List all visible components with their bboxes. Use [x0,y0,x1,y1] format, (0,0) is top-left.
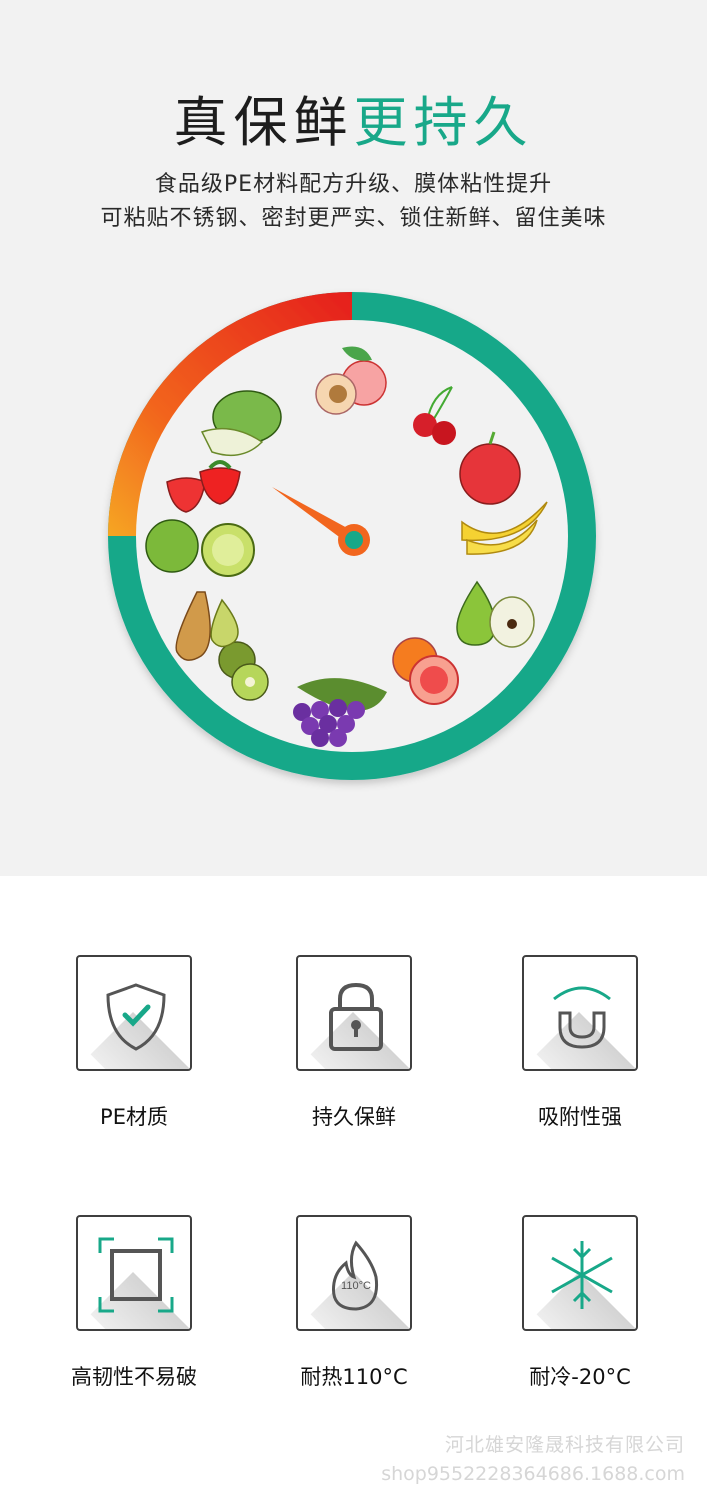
feature-label: PE材质 [100,1105,168,1129]
feature-icon-box [296,955,412,1071]
feature-label: 高韧性不易破 [71,1365,197,1389]
subtitle-line-1: 食品级PE材料配方升级、膜体粘性提升 [154,172,553,197]
feature-icon-box: 110°C [296,1215,412,1331]
flame-icon: 110°C [331,1240,379,1311]
title-part-1: 真保鲜 [173,91,354,154]
features-section: PE材质 持久保鲜 吸附性强高韧性不易破 110°C 耐热110°C 耐冷-20°C [0,876,707,1500]
feature-icon-box [522,1215,638,1331]
feature-label: 持久保鲜 [312,1105,396,1129]
feature-item: 110°C 耐热110°C [264,1215,444,1391]
snowflake-icon [551,1241,613,1309]
square-frame-icon [98,1237,174,1313]
feature-item: 持久保鲜 [264,955,444,1131]
feature-icon-box [522,955,638,1071]
feature-label: 耐冷-20°C [529,1365,631,1389]
shield-check-icon [106,983,166,1051]
hero-section: 真保鲜更持久 食品级PE材料配方升级、膜体粘性提升 可粘贴不锈钢、密封更严实、锁… [0,0,707,876]
subtitle-line-2: 可粘贴不锈钢、密封更严实、锁住新鲜、留住美味 [100,206,607,231]
flame-icon-text: 110°C [341,1280,371,1292]
feature-item: PE材质 [44,955,224,1131]
padlock-icon [329,982,383,1051]
feature-item: 耐冷-20°C [490,1215,670,1391]
watermark-shop-url: shop9552228364686.1688.com [381,1463,685,1485]
feature-label: 耐热110°C [300,1365,408,1389]
page-title: 真保鲜更持久 [0,78,707,157]
freshness-dial [108,292,596,780]
magnet-icon [553,986,611,1049]
feature-icon-box [76,1215,192,1331]
title-part-2: 更持久 [353,91,534,154]
feature-item: 高韧性不易破 [44,1215,224,1391]
feature-item: 吸附性强 [490,955,670,1131]
feature-icon-box [76,955,192,1071]
watermark-company: 河北雄安隆晟科技有限公司 [444,1434,685,1456]
feature-label: 吸附性强 [538,1105,622,1129]
